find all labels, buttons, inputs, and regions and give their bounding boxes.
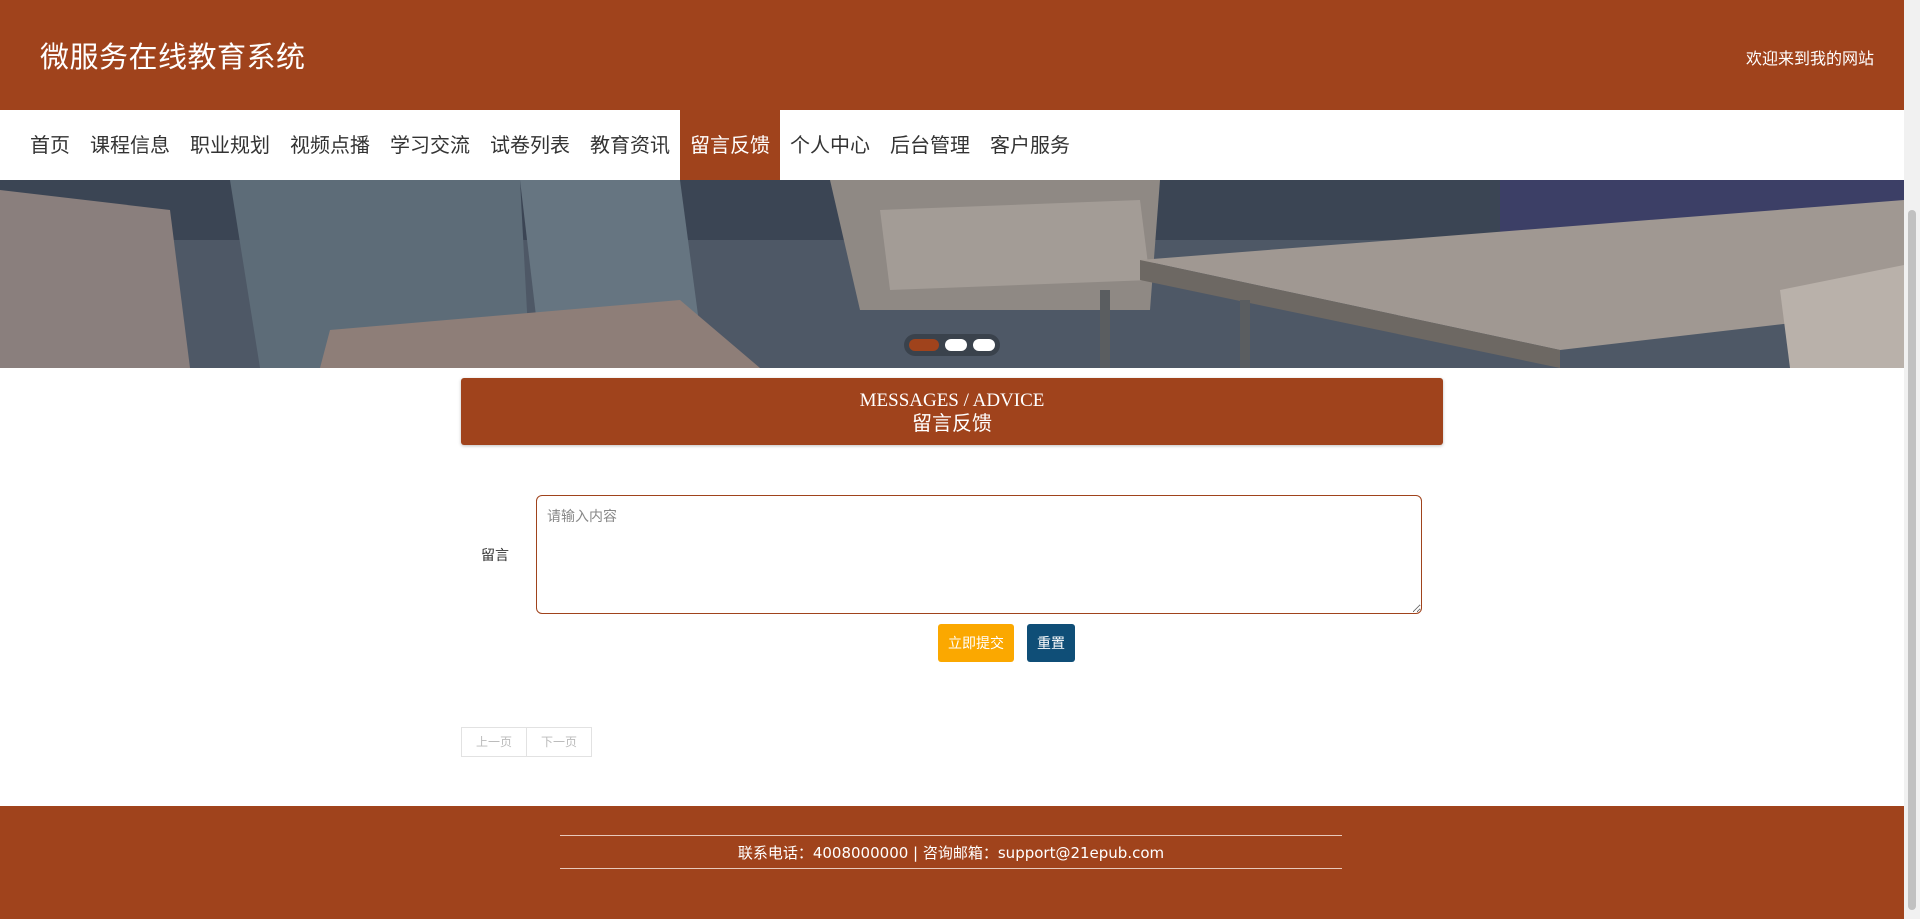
nav-item-exams[interactable]: 试卷列表 [480,110,580,180]
reset-button[interactable]: 重置 [1027,624,1075,662]
footer-contact: 联系电话：4008000000 | 咨询邮箱：support@21epub.co… [737,844,1165,862]
nav-item-home[interactable]: 首页 [20,110,80,180]
page: 微服务在线教育系统 欢迎来到我的网站 首页 课程信息 职业规划 视频点播 学习交… [0,0,1904,919]
nav-item-forum[interactable]: 学习交流 [380,110,480,180]
nav-item-career[interactable]: 职业规划 [180,110,280,180]
section-title-en: MESSAGES / ADVICE [859,390,1045,411]
nav-item-video[interactable]: 视频点播 [280,110,380,180]
main-nav: 首页 课程信息 职业规划 视频点播 学习交流 试卷列表 教育资讯 留言反馈 个人… [0,110,1904,180]
banner-carousel [0,180,1904,368]
footer: 联系电话：4008000000 | 咨询邮箱：support@21epub.co… [0,806,1904,919]
welcome-text: 欢迎来到我的网站 [1745,49,1874,68]
next-page-button[interactable]: 下一页 [527,727,593,757]
header-bar: 微服务在线教育系统 欢迎来到我的网站 [0,0,1904,110]
nav-item-service[interactable]: 客户服务 [980,110,1080,180]
message-label: 留言 [481,548,509,564]
nav-item-feedback[interactable]: 留言反馈 [680,110,780,180]
carousel-dot-3[interactable] [973,339,995,351]
nav-item-profile[interactable]: 个人中心 [780,110,880,180]
section-title-cn: 留言反馈 [912,413,992,435]
nav-item-admin[interactable]: 后台管理 [880,110,980,180]
carousel-dot-1[interactable] [909,339,939,351]
prev-page-button[interactable]: 上一页 [461,727,528,757]
message-textarea[interactable] [536,495,1422,614]
site-title: 微服务在线教育系统 [40,40,306,74]
pagination: 上一页 下一页 [461,727,593,757]
carousel-dot-2[interactable] [945,339,967,351]
nav-item-courses[interactable]: 课程信息 [80,110,180,180]
carousel-indicators [904,334,1000,356]
nav-item-news[interactable]: 教育资讯 [580,110,680,180]
page-scrollbar[interactable] [1904,0,1920,919]
scrollbar-thumb[interactable] [1908,210,1916,910]
submit-button[interactable]: 立即提交 [938,624,1014,662]
section-title-box: MESSAGES / ADVICE 留言反馈 [461,378,1443,445]
footer-divider-bottom [560,868,1342,869]
footer-divider-top [560,835,1342,836]
